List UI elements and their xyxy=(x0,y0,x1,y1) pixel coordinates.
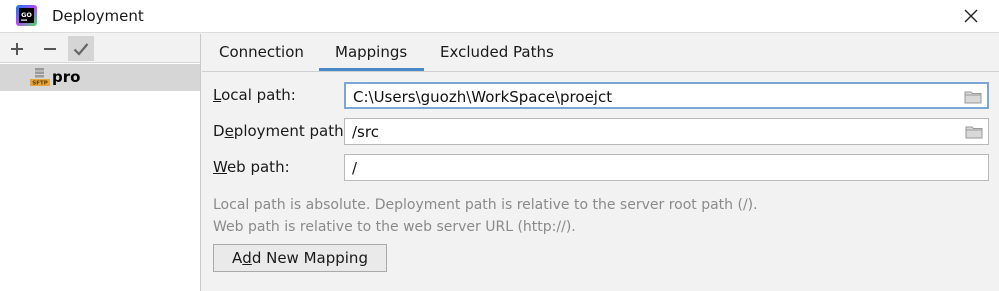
add-server-button[interactable] xyxy=(4,36,30,61)
server-list-item[interactable]: SFTP pro xyxy=(0,64,200,91)
help-text-web: Web path is relative to the web server U… xyxy=(213,219,576,235)
close-button[interactable] xyxy=(956,2,986,30)
active-tab-indicator xyxy=(319,68,424,71)
server-name: pro xyxy=(52,68,81,86)
minus-icon xyxy=(44,47,56,50)
goland-logo-icon: GO xyxy=(16,5,37,26)
web-path-field[interactable]: / xyxy=(344,154,989,181)
plus-icon xyxy=(11,42,23,55)
local-path-value: C:\Users\guozh\WorkSpace\proejct xyxy=(353,88,613,106)
local-path-label: Local path: xyxy=(213,86,296,104)
sftp-server-icon: SFTP xyxy=(30,68,50,87)
server-list-pane: SFTP pro xyxy=(0,34,201,291)
web-path-label: Web path: xyxy=(213,158,290,176)
settings-pane: Connection Mappings Excluded Paths Local… xyxy=(202,34,999,291)
add-new-mapping-button[interactable]: Add New Mapping xyxy=(213,244,387,272)
local-path-field[interactable]: C:\Users\guozh\WorkSpace\proejct xyxy=(344,82,989,109)
tab-excluded-paths[interactable]: Excluded Paths xyxy=(440,43,554,61)
checkmark-icon xyxy=(73,42,89,56)
title-bar: GO Deployment xyxy=(0,0,999,33)
svg-text:GO: GO xyxy=(21,11,32,19)
tab-connection[interactable]: Connection xyxy=(219,43,304,61)
browse-folder-icon[interactable] xyxy=(964,89,982,104)
tab-mappings[interactable]: Mappings xyxy=(335,43,407,61)
help-text-paths: Local path is absolute. Deployment path … xyxy=(213,197,758,213)
browse-folder-icon[interactable] xyxy=(965,124,983,139)
set-default-server-button[interactable] xyxy=(68,36,94,61)
window-title: Deployment xyxy=(52,7,144,25)
remove-server-button[interactable] xyxy=(37,36,63,61)
deployment-path-value: /src xyxy=(352,123,379,141)
deployment-path-field[interactable]: /src xyxy=(344,118,989,145)
svg-text:SFTP: SFTP xyxy=(32,81,48,87)
close-icon xyxy=(964,9,978,23)
tab-bar: Connection Mappings Excluded Paths xyxy=(202,34,999,72)
web-path-value: / xyxy=(352,159,358,177)
deployment-path-label: Deployment path: xyxy=(213,122,349,140)
server-list-toolbar xyxy=(0,34,200,63)
